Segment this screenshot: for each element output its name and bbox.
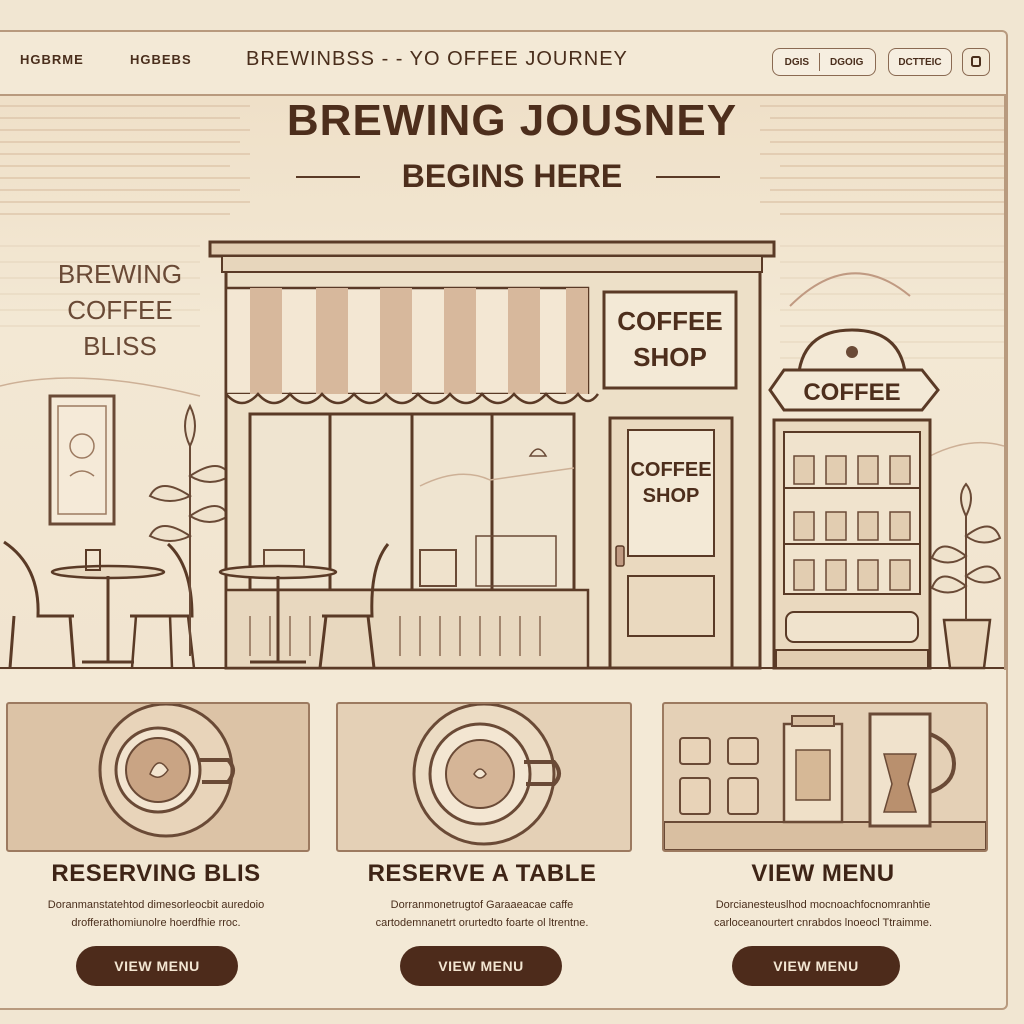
coffee-cup-icon	[98, 704, 235, 838]
card-3-title: VIEW MENU	[751, 860, 895, 887]
hero-subtitle: BEGINS HERE	[401, 158, 623, 194]
kiosk-sign: COFFEE	[803, 379, 900, 406]
nav-button-group: DGIS DGOIG	[772, 48, 876, 76]
side-tagline-line-1: BREWING	[57, 259, 183, 289]
nav-button-right[interactable]: DGOIG	[830, 57, 863, 68]
nav-button-left[interactable]: DGIS	[785, 57, 809, 68]
card-1-description: Doranmanstatehtod dimesorleocbit auredoi…	[6, 896, 306, 932]
card-2-desc-line-2: cartodemnanetrt orurtedto foarte ol ltre…	[375, 917, 589, 929]
card-1-title: RESERVING BLIS	[51, 860, 261, 887]
side-tagline: BREWING COFFEE BLISS	[40, 256, 200, 364]
nav-button-divider	[819, 53, 821, 71]
coffee-counter-icon	[664, 712, 986, 850]
door-sign-line-1: COFFEE	[630, 459, 711, 481]
door-sign-line-2: SHOP	[643, 485, 700, 507]
site-brand[interactable]: BREWINBSS - - YO OFFEE JOURNEY	[246, 48, 628, 71]
card-2-title: RESERVE A TABLE	[367, 860, 597, 887]
cup-icon	[971, 56, 981, 67]
nav-link-2[interactable]: HGBEBS	[130, 52, 192, 67]
top-navigation: HGBRME HGBEBS BREWINBSS - - YO OFFEE JOU…	[0, 44, 1006, 82]
coffee-saucer-icon	[412, 704, 561, 846]
card-3-desc-line-2: carloceanourtert cnrabdos lnoeocl Ttraim…	[713, 917, 933, 929]
shop-sign-line-1: COFFEE	[617, 306, 722, 336]
card-2-desc-line-1: Dorranmonetrugtof Garaaeacae caffe	[390, 899, 574, 911]
hero-section: COFFEE SHOP COFFEE SHOP COFFEE BREWING J…	[0, 94, 1006, 670]
nav-link-1[interactable]: HGBRME	[20, 52, 84, 67]
card-1-desc-line-1: Doranmanstatehtod dimesorleocbit auredoi…	[47, 899, 265, 911]
subtitle-ornament-right	[656, 176, 720, 178]
card-3-image	[662, 702, 988, 852]
side-tagline-line-3: BLISS	[83, 331, 157, 361]
hero-title: BREWING JOUSNEY	[286, 96, 738, 145]
card-3-description: Dorcianesteuslhod mocnoachfocnomranhtie …	[662, 896, 984, 932]
card-1-view-menu-button[interactable]: VIEW MENU	[76, 946, 238, 986]
card-1-desc-line-2: drofferathomiunolre hoerdfhie rroc.	[71, 917, 241, 929]
card-2-view-menu-button[interactable]: VIEW MENU	[400, 946, 562, 986]
shop-sign-line-2: SHOP	[633, 342, 707, 372]
card-1-image	[6, 702, 310, 852]
side-tagline-line-2: COFFEE	[67, 295, 173, 325]
card-3-view-menu-button[interactable]: VIEW MENU	[732, 946, 900, 986]
card-2-description: Dorranmonetrugtof Garaaeacae caffe carto…	[336, 896, 628, 932]
card-3-desc-line-1: Dorcianesteuslhod mocnoachfocnomranhtie	[715, 899, 931, 911]
card-2-image	[336, 702, 632, 852]
cart-button[interactable]	[962, 48, 990, 76]
nav-button-single[interactable]: DCTTEIC	[888, 48, 952, 76]
